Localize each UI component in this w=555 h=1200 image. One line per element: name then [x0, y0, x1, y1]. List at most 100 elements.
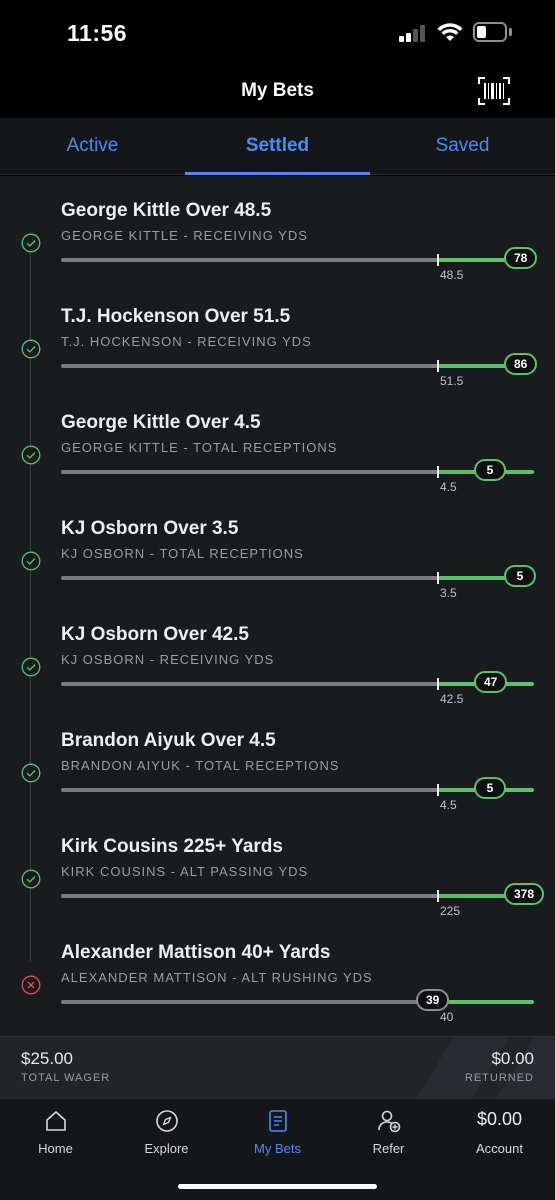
- result-badge: 378: [504, 883, 545, 905]
- nav-explore[interactable]: Explore: [111, 1099, 222, 1169]
- nav-home-label: Home: [38, 1141, 73, 1156]
- nav-account[interactable]: $0.00 Account: [444, 1099, 555, 1169]
- bet-market: BRANDON AIYUK - TOTAL RECEPTIONS: [61, 758, 340, 773]
- line-marker: [437, 678, 439, 690]
- won-check-icon: [21, 869, 41, 889]
- line-marker: [437, 360, 439, 372]
- result-badge: 5: [474, 777, 506, 799]
- progress-under-segment: [61, 788, 438, 792]
- returned-amount: $0.00: [491, 1049, 534, 1068]
- nav-home[interactable]: Home: [0, 1099, 111, 1169]
- won-check-icon: [21, 445, 41, 465]
- result-badge: 78: [504, 247, 538, 269]
- home-icon: [46, 1111, 66, 1131]
- nav-my-bets-label: My Bets: [254, 1141, 301, 1156]
- bet-progress-track: 4.5 5: [61, 459, 534, 494]
- bet-title: Kirk Cousins 225+ Yards: [61, 836, 283, 857]
- battery-icon: [473, 22, 507, 42]
- bet-progress-track: 225 378: [61, 883, 545, 918]
- bet-item[interactable]: T.J. Hockenson Over 51.5 T.J. HOCKENSON -…: [0, 282, 555, 388]
- bet-progress-track: 48.5 78: [61, 247, 538, 282]
- bet-market: GEORGE KITTLE - RECEIVING YDS: [61, 228, 308, 243]
- lost-x-icon: [21, 975, 41, 995]
- add-user-icon: [378, 1110, 401, 1133]
- progress-under-segment: [61, 258, 438, 262]
- bet-progress-track: 40 39: [61, 989, 534, 1024]
- bet-title: George Kittle Over 4.5: [61, 412, 261, 433]
- won-check-icon: [21, 339, 41, 359]
- bet-line-value: 4.5: [440, 798, 457, 812]
- bet-line-value: 51.5: [440, 374, 464, 388]
- bet-item[interactable]: Brandon Aiyuk Over 4.5 BRANDON AIYUK - TO…: [0, 706, 555, 812]
- wifi-icon: [437, 23, 463, 41]
- line-marker: [437, 466, 439, 478]
- bet-title: KJ Osborn Over 3.5: [61, 518, 239, 539]
- won-check-icon: [21, 233, 41, 253]
- bet-line-value: 42.5: [440, 692, 464, 706]
- bet-market: GEORGE KITTLE - TOTAL RECEPTIONS: [61, 440, 338, 455]
- bet-title: George Kittle Over 48.5: [61, 200, 272, 221]
- battery-tip: [509, 28, 512, 36]
- bet-item[interactable]: Kirk Cousins 225+ Yards KIRK COUSINS - AL…: [0, 812, 555, 918]
- clock: 11:56: [67, 20, 128, 46]
- status-bar: 11:56: [0, 0, 555, 60]
- total-wager-label: TOTAL WAGER: [21, 1072, 111, 1084]
- progress-under-segment: [61, 364, 438, 368]
- won-check-icon: [21, 763, 41, 783]
- bet-progress-track: 3.5 5: [61, 565, 536, 600]
- bet-item[interactable]: KJ Osborn Over 3.5 KJ OSBORN - TOTAL RECE…: [0, 494, 555, 600]
- nav-my-bets[interactable]: My Bets: [222, 1099, 333, 1169]
- page-title: My Bets: [241, 80, 314, 101]
- progress-over-segment: [438, 1000, 534, 1004]
- line-marker: [437, 890, 439, 902]
- bet-line-value: 48.5: [440, 268, 464, 282]
- total-wager-amount: $25.00: [21, 1049, 73, 1068]
- won-check-icon: [21, 657, 41, 677]
- result-badge: 86: [504, 353, 538, 375]
- result-badge: 47: [474, 671, 508, 693]
- header: My Bets: [0, 60, 555, 118]
- nav-refer-label: Refer: [372, 1141, 405, 1156]
- progress-under-segment: [61, 894, 438, 898]
- bet-title: Brandon Aiyuk Over 4.5: [61, 730, 276, 751]
- result-badge: 39: [416, 989, 450, 1011]
- bet-progress-track: 42.5 47: [61, 671, 534, 706]
- progress-under-segment: [61, 470, 438, 474]
- result-badge: 5: [504, 565, 536, 587]
- nav-refer[interactable]: Refer: [333, 1099, 444, 1169]
- home-indicator: [178, 1184, 377, 1189]
- bet-progress-track: 51.5 86: [61, 353, 538, 388]
- bet-item[interactable]: George Kittle Over 4.5 GEORGE KITTLE - TO…: [0, 388, 555, 494]
- tab-settled[interactable]: Settled: [185, 118, 370, 175]
- account-balance: $0.00: [476, 1109, 523, 1129]
- tab-active[interactable]: Active: [0, 118, 185, 175]
- progress-under-segment: [61, 1000, 438, 1004]
- nav-explore-label: Explore: [144, 1141, 189, 1156]
- result-badge: 5: [474, 459, 506, 481]
- barcode-scan-icon[interactable]: [478, 77, 510, 105]
- bet-item[interactable]: Alexander Mattison 40+ Yards ALEXANDER MA…: [0, 918, 555, 1024]
- bet-line-value: 3.5: [440, 586, 457, 600]
- returned-label: RETURNED: [464, 1072, 534, 1084]
- betslip-icon: [269, 1110, 287, 1132]
- tab-saved[interactable]: Saved: [370, 118, 555, 175]
- bet-item[interactable]: KJ Osborn Over 42.5 KJ OSBORN - RECEIVING…: [0, 600, 555, 706]
- line-marker: [437, 572, 439, 584]
- bet-market: KJ OSBORN - TOTAL RECEPTIONS: [61, 546, 304, 561]
- bet-line-value: 4.5: [440, 480, 457, 494]
- line-marker: [437, 254, 439, 266]
- cellular-signal-icon: [399, 24, 429, 42]
- bet-progress-track: 4.5 5: [61, 777, 534, 812]
- line-marker: [437, 784, 439, 796]
- bet-title: T.J. Hockenson Over 51.5: [61, 306, 291, 327]
- nav-account-label: Account: [476, 1141, 523, 1156]
- bet-market: KJ OSBORN - RECEIVING YDS: [61, 652, 275, 667]
- bet-line-value: 40: [440, 1010, 454, 1024]
- won-check-icon: [21, 551, 41, 571]
- bet-title: Alexander Mattison 40+ Yards: [61, 942, 331, 963]
- bet-item[interactable]: George Kittle Over 48.5 GEORGE KITTLE - R…: [0, 176, 555, 282]
- bet-market: T.J. HOCKENSON - RECEIVING YDS: [61, 334, 312, 349]
- progress-under-segment: [61, 682, 438, 686]
- progress-under-segment: [61, 576, 438, 580]
- bet-summary: $25.00 TOTAL WAGER $0.00 RETURNED: [0, 1036, 555, 1098]
